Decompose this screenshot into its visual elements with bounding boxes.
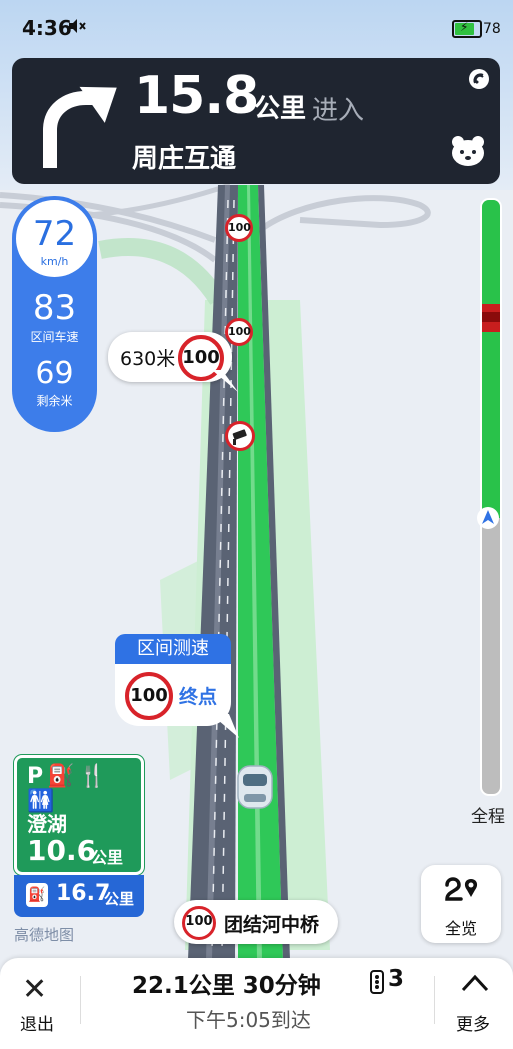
section-average-speed-label: 区间车速 bbox=[30, 330, 79, 344]
traffic-light-count: 3 bbox=[388, 966, 405, 992]
section-speed-check-callout: 区间测速 100 终点 bbox=[115, 634, 239, 738]
next-turn-action: 进入 bbox=[312, 96, 365, 126]
route-progress-bar bbox=[480, 198, 502, 796]
road-speed-limit-sign: 100 bbox=[225, 214, 253, 242]
divider bbox=[434, 976, 435, 1024]
section-average-speed: 83 bbox=[32, 288, 77, 328]
speed-limit-distance-callout: 630米 100 bbox=[108, 332, 238, 392]
estimated-arrival-time: 下午5:05到达 bbox=[186, 1008, 311, 1032]
turn-instruction-card[interactable]: 15.8 公里 进入 周庄互通 bbox=[12, 58, 500, 184]
section-end-label: 终点 bbox=[179, 686, 218, 708]
current-speed-dial: 72 km/h bbox=[16, 200, 93, 277]
section-speed-check-title: 区间测速 bbox=[115, 634, 231, 664]
service-area-distance-unit: 公里 bbox=[104, 890, 135, 908]
service-area-icon: ⛽ bbox=[26, 883, 48, 907]
voice-assistant-bear-icon[interactable] bbox=[450, 134, 486, 172]
current-speed-unit: km/h bbox=[40, 255, 69, 268]
battery-icon: ⚡ bbox=[452, 20, 482, 38]
route-overview-label: 全览 bbox=[444, 919, 477, 938]
more-options-label: 更多 bbox=[456, 1015, 490, 1035]
speed-camera-icon bbox=[225, 421, 255, 451]
trip-summary: 22.1公里 30分钟 bbox=[132, 973, 321, 999]
service-area-sign: ⛽ 16.7 公里 bbox=[14, 875, 144, 917]
route-overview-button[interactable]: 全览 bbox=[421, 865, 501, 943]
speed-panel: 72 km/h 83 区间车速 69 剩余米 bbox=[12, 196, 97, 432]
remaining-distance-label: 剩余米 bbox=[36, 394, 73, 408]
exit-navigation-label: 退出 bbox=[20, 1015, 54, 1035]
chevron-up-icon bbox=[460, 972, 490, 998]
current-road-pill: 100 团结河中桥 bbox=[174, 900, 338, 944]
status-bar: 4:36 ⚡ 78 bbox=[0, 0, 513, 52]
gps-signal-icon bbox=[468, 68, 490, 94]
current-speed-value: 72 bbox=[32, 214, 77, 254]
service-facility-icons: P⛽🍴🚻 bbox=[27, 764, 110, 814]
remaining-distance-value: 69 bbox=[35, 356, 74, 391]
progress-label: 全程 bbox=[471, 807, 505, 827]
close-icon: ✕ bbox=[22, 972, 48, 1007]
more-options-button[interactable]: 更多 bbox=[452, 968, 498, 1038]
exit-sign: P⛽🍴🚻 澄湖 10.6 公里 bbox=[14, 755, 144, 875]
clock-time: 4:36 bbox=[22, 16, 72, 40]
mute-icon bbox=[68, 18, 86, 38]
exit-distance-unit: 公里 bbox=[91, 848, 124, 867]
exit-sign-panel[interactable]: P⛽🍴🚻 澄湖 10.6 公里 ⛽ 16.7 公里 bbox=[14, 755, 144, 917]
road-speed-limit-sign: 100 bbox=[225, 318, 253, 346]
service-area-distance: 16.7 bbox=[56, 881, 111, 906]
exit-distance: 10.6 bbox=[27, 834, 97, 867]
next-turn-distance-unit: 公里 bbox=[254, 94, 307, 124]
callout-distance-text: 630米 bbox=[120, 348, 176, 370]
next-turn-distance: 15.8 bbox=[134, 66, 259, 126]
route-overview-icon bbox=[443, 875, 481, 915]
exit-name: 澄湖 bbox=[27, 812, 67, 836]
progress-position-arrow-icon bbox=[476, 506, 500, 534]
battery-percentage: 78 bbox=[483, 21, 501, 37]
bottom-trip-bar: ✕ 退出 22.1公里 30分钟 3 下午5:05到达 更多 bbox=[0, 958, 513, 1049]
turn-right-arrow-icon bbox=[36, 72, 122, 176]
traffic-light-icon bbox=[368, 970, 386, 998]
next-road-name: 周庄互通 bbox=[132, 144, 237, 174]
divider bbox=[80, 976, 81, 1024]
speed-limit-sign: 100 bbox=[125, 672, 173, 720]
current-speed-limit-sign: 100 bbox=[182, 906, 216, 940]
exit-navigation-button[interactable]: ✕ 退出 bbox=[14, 968, 66, 1038]
map-brand-watermark: 高德地图 bbox=[14, 926, 75, 944]
current-location-car-icon bbox=[234, 764, 276, 810]
current-road-name: 团结河中桥 bbox=[224, 914, 320, 936]
